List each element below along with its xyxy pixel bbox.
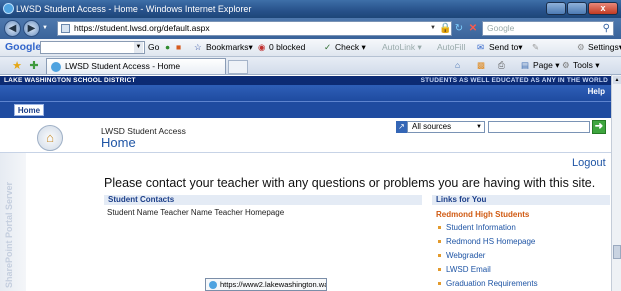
tab-row: ★ ✚ LWSD Student Access - Home ⌂ ▩ ⎙ ▤ P… [0,57,621,75]
refresh-icon[interactable]: ↻ [453,22,465,35]
pencil-icon[interactable]: ✎ [532,39,539,56]
home-icon: ⌂ [37,125,63,151]
district-band: LAKE WASHINGTON SCHOOL DISTRICT STUDENTS… [0,76,611,85]
link-lwsd-email[interactable]: LWSD Email [438,265,491,274]
lock-icon[interactable]: 🔒 [439,22,451,35]
ie-page-icon [51,62,61,72]
sidebar-watermark: SharePoint Portal Server [4,181,14,288]
gear-icon: ⚙ [577,42,585,52]
browser-search-input[interactable]: Google ⚲ [482,21,614,36]
page-icon: ▤ [521,60,530,70]
search-scope-value: All sources [412,122,452,131]
toolbar-icon[interactable]: ● [165,39,170,56]
search-go-button[interactable]: ➜ [592,120,606,134]
bullet-icon [438,268,441,272]
student-contacts-header: Student Contacts [104,195,422,205]
page-menu[interactable]: Page ▾ [533,57,559,74]
news-icon[interactable]: ■ [176,39,181,56]
links-subheader: Redmond High Students [436,210,530,219]
new-tab-button[interactable] [228,60,248,74]
link-webgrader[interactable]: Webgrader [438,251,485,260]
tab-label: LWSD Student Access - Home [65,61,181,71]
star-icon: ☆ [194,42,202,52]
go-button[interactable]: Go [148,39,159,56]
page-title: Home [101,135,136,150]
bullet-icon [438,282,441,286]
bookmarks-button[interactable]: Bookmarks▾ [206,39,253,56]
tools-menu[interactable]: Tools ▾ [573,57,599,74]
search-scope-select[interactable]: All sources ▼ [407,121,485,133]
district-slogan: STUDENTS AS WELL EDUCATED AS ANY IN THE … [420,77,608,84]
url-text: https://student.lwsd.org/default.aspx [74,23,210,33]
link-url-tooltip: https://www2.lakewashington.wa [205,278,327,291]
link-label: Student Information [446,223,516,232]
maximize-button[interactable] [567,2,587,15]
search-scope-icon: ↗ [396,121,407,133]
popup-blocked-count[interactable]: 0 blocked [269,39,305,56]
window-title: LWSD Student Access - Home - Windows Int… [16,4,252,14]
bullet-icon [438,226,441,230]
link-label: LWSD Email [446,265,491,274]
autolink-button[interactable]: AutoLink ▾ [382,39,422,56]
link-label: Graduation Requirements [446,279,538,288]
link-redmond-hs-homepage[interactable]: Redmond HS Homepage [438,237,535,246]
link-student-information[interactable]: Student Information [438,223,516,232]
print-icon[interactable]: ⎙ [498,57,505,74]
home-icon[interactable]: ⌂ [455,57,460,74]
scroll-thumb[interactable] [613,245,621,259]
tab-home[interactable]: Home [14,104,44,116]
send-icon: ✉ [477,42,485,52]
site-search-input[interactable] [488,121,590,133]
forward-arrow-icon[interactable]: ▶ [23,20,40,37]
ie-logo-icon [3,3,14,14]
bullet-icon [438,254,441,258]
google-search-input[interactable]: ▼ [40,41,145,54]
title-bar: LWSD Student Access - Home - Windows Int… [0,0,621,18]
help-bar: Help [0,85,611,101]
browser-window: LWSD Student Access - Home - Windows Int… [0,0,621,291]
check-button[interactable]: Check ▾ [335,39,366,56]
contacts-column-headers: Student Name Teacher Name Teacher Homepa… [107,208,285,217]
tooltip-url: https://www2.lakewashington.wa [220,280,327,289]
google-logo-text: Google [5,41,42,53]
chevron-down-icon[interactable]: ▼ [134,42,143,53]
send-to-button[interactable]: Send to▾ [489,39,523,56]
spellcheck-icon: ✓ [324,42,332,52]
autofill-button[interactable]: AutoFill [437,39,465,56]
contact-message: Please contact your teacher with any que… [104,176,596,190]
address-dropdown-icon[interactable]: ▼ [427,22,439,35]
recent-pages-dropdown-icon[interactable]: ▼ [42,25,50,31]
link-label: Webgrader [446,251,486,260]
link-graduation-requirements[interactable]: Graduation Requirements [438,279,538,288]
page-icon [61,24,70,33]
district-name: LAKE WASHINGTON SCHOOL DISTRICT [4,77,136,84]
links-for-you-header: Links for You [432,195,610,205]
settings-button[interactable]: Settings▾ [588,39,621,56]
address-input[interactable]: https://student.lwsd.org/default.aspx [57,21,452,36]
search-icon[interactable]: ⚲ [603,22,610,35]
tab-lwsd-home[interactable]: LWSD Student Access - Home [46,58,226,74]
vertical-scrollbar[interactable]: ▲ [611,75,621,291]
add-favorite-icon[interactable]: ✚ [27,59,41,73]
google-toolbar: Google G ▼ Go ● ■ ☆ Bookmarks▾ ◉ 0 block… [0,39,621,57]
top-nav: Home [0,101,611,118]
chevron-down-icon[interactable]: ▼ [476,122,482,132]
bullet-icon [438,240,441,244]
divider [0,152,611,153]
ie-page-icon [209,281,217,289]
minimize-button[interactable] [546,2,566,15]
tools-gear-icon: ⚙ [562,60,570,70]
feeds-icon[interactable]: ▩ [477,57,485,74]
back-arrow-icon[interactable]: ◀ [4,20,21,37]
favorites-star-icon[interactable]: ★ [10,59,24,73]
address-row: ◀ ▶ ▼ https://student.lwsd.org/default.a… [0,18,621,39]
search-placeholder: Google [487,23,515,33]
help-link[interactable]: Help [588,87,605,96]
stop-icon[interactable]: ✕ [467,22,479,35]
link-label: Redmond HS Homepage [446,237,536,246]
logout-link[interactable]: Logout [572,157,606,169]
popup-blocker-icon: ◉ [258,42,266,52]
scroll-up-icon[interactable]: ▲ [613,76,621,84]
close-button[interactable]: x [588,2,618,15]
